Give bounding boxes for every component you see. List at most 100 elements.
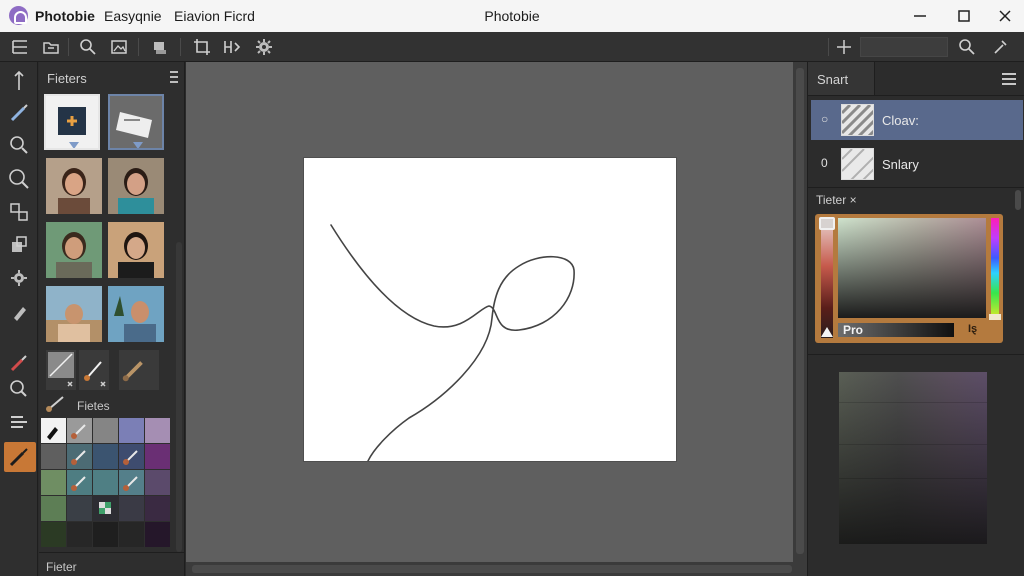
pen-tool-icon[interactable] [6, 299, 32, 325]
eyedropper-icon[interactable] [990, 37, 1010, 57]
gear-tool-icon[interactable] [6, 265, 32, 291]
color-swatch[interactable] [41, 470, 66, 495]
brush-preset-3[interactable] [119, 350, 159, 390]
menu-item-2[interactable]: Eiavion Ficrd [174, 8, 255, 24]
zoom-icon[interactable] [78, 37, 98, 57]
canvas-area[interactable] [186, 62, 793, 562]
palette-preview[interactable] [839, 372, 987, 544]
portrait-thumb-1[interactable] [46, 158, 102, 214]
canvas-vertical-scrollbar[interactable] [793, 62, 807, 562]
brush-tool-icon[interactable] [6, 100, 32, 126]
minimize-button[interactable] [905, 4, 935, 28]
color-swatch[interactable] [119, 470, 144, 495]
color-swatch[interactable] [93, 496, 118, 521]
color-swatch[interactable] [67, 444, 92, 469]
portrait-thumb-4[interactable] [108, 222, 164, 278]
document-canvas[interactable] [304, 158, 676, 462]
transform-tool-icon[interactable] [6, 199, 32, 225]
portrait-thumb-2[interactable] [108, 158, 164, 214]
color-swatch[interactable] [145, 470, 170, 495]
clone-tool-icon[interactable] [6, 232, 32, 258]
color-swatch[interactable] [119, 522, 144, 547]
hue-slider-left[interactable] [821, 218, 833, 338]
zoom-tool-icon[interactable] [6, 376, 32, 402]
move-tool-icon[interactable] [6, 68, 32, 94]
layer-row-1[interactable]: ○ Cloav: [811, 100, 1023, 140]
stamp-icon[interactable] [150, 37, 170, 57]
brush-icon [71, 450, 86, 465]
toolbar [0, 32, 1024, 62]
color-swatch[interactable] [41, 522, 66, 547]
active-brush-tool-icon[interactable] [4, 442, 36, 472]
color-section-header[interactable]: Tieter × [816, 193, 857, 207]
brush-preset-1[interactable] [46, 350, 76, 390]
layer-thumbnail [841, 104, 874, 136]
color-swatch[interactable] [41, 418, 66, 443]
toolbar-input[interactable] [860, 37, 948, 57]
layers-tab-label: Snart [817, 72, 849, 87]
drawn-stroke [330, 224, 575, 462]
color-swatch[interactable] [145, 418, 170, 443]
layer-name: Snlary [882, 157, 919, 172]
filter-thumb-1[interactable] [44, 94, 100, 150]
color-swatch[interactable] [67, 418, 92, 443]
open-folder-icon[interactable] [41, 37, 61, 57]
search-tool-icon[interactable] [6, 166, 32, 192]
color-swatch[interactable] [41, 496, 66, 521]
color-swatch[interactable] [145, 522, 170, 547]
brush-preset-2[interactable] [79, 350, 109, 390]
close-button[interactable] [990, 4, 1020, 28]
color-swatch[interactable] [67, 470, 92, 495]
hue-slider-right[interactable] [991, 218, 999, 318]
color-swatch[interactable] [93, 444, 118, 469]
flip-icon[interactable] [222, 37, 242, 57]
hue-slider-knob[interactable] [819, 217, 835, 230]
filters-panel-scrollbar[interactable] [176, 242, 182, 552]
app-logo-icon [9, 6, 28, 25]
search-icon[interactable] [957, 37, 977, 57]
layer-row-2[interactable]: 0 Snlary [811, 144, 1023, 184]
color-swatch[interactable] [93, 470, 118, 495]
layers-menu-icon[interactable] [1002, 73, 1016, 88]
red-brush-tool-icon[interactable] [6, 350, 32, 376]
color-swatch[interactable] [145, 444, 170, 469]
minimize-icon [914, 15, 926, 17]
portrait-thumb-5[interactable] [46, 286, 102, 342]
color-swatch[interactable] [145, 496, 170, 521]
color-swatch[interactable] [93, 418, 118, 443]
maximize-button[interactable] [949, 4, 979, 28]
add-icon[interactable] [834, 37, 854, 57]
hue-right-knob[interactable] [989, 314, 1001, 320]
layer-name: Cloav: [882, 113, 919, 128]
color-swatch[interactable] [119, 418, 144, 443]
color-picker[interactable]: Pro Iȿ [815, 214, 1003, 343]
layers-tab[interactable]: Snart [808, 62, 875, 95]
layers-icon[interactable] [10, 37, 30, 57]
magnify-tool-icon[interactable] [6, 132, 32, 158]
panel-menu-icon[interactable] [170, 71, 178, 83]
brush-icon [123, 450, 138, 465]
filter-thumb-2[interactable] [108, 94, 164, 150]
color-swatch[interactable] [93, 522, 118, 547]
image-adjust-icon[interactable] [109, 37, 129, 57]
brush-icon [71, 424, 86, 439]
color-section-scroll[interactable] [1015, 190, 1021, 210]
saturation-value-field[interactable] [838, 218, 986, 318]
layer-visibility-toggle[interactable]: ○ [821, 112, 828, 126]
menu-item-1[interactable]: Easyqnie [104, 8, 162, 24]
brush-icon [123, 476, 138, 491]
crop-icon[interactable] [192, 37, 212, 57]
tool-column [0, 62, 38, 576]
portrait-thumb-6[interactable] [108, 286, 164, 342]
color-swatch[interactable] [67, 496, 92, 521]
color-swatch[interactable] [119, 496, 144, 521]
settings-gear-icon[interactable] [254, 37, 274, 57]
canvas-horizontal-scrollbar[interactable] [186, 562, 807, 576]
checker-icon [99, 502, 111, 514]
layer-visibility-toggle[interactable]: 0 [821, 156, 828, 170]
color-swatch[interactable] [41, 444, 66, 469]
portrait-thumb-3[interactable] [46, 222, 102, 278]
stack-tool-icon[interactable] [6, 410, 32, 436]
color-swatch[interactable] [119, 444, 144, 469]
color-swatch[interactable] [67, 522, 92, 547]
